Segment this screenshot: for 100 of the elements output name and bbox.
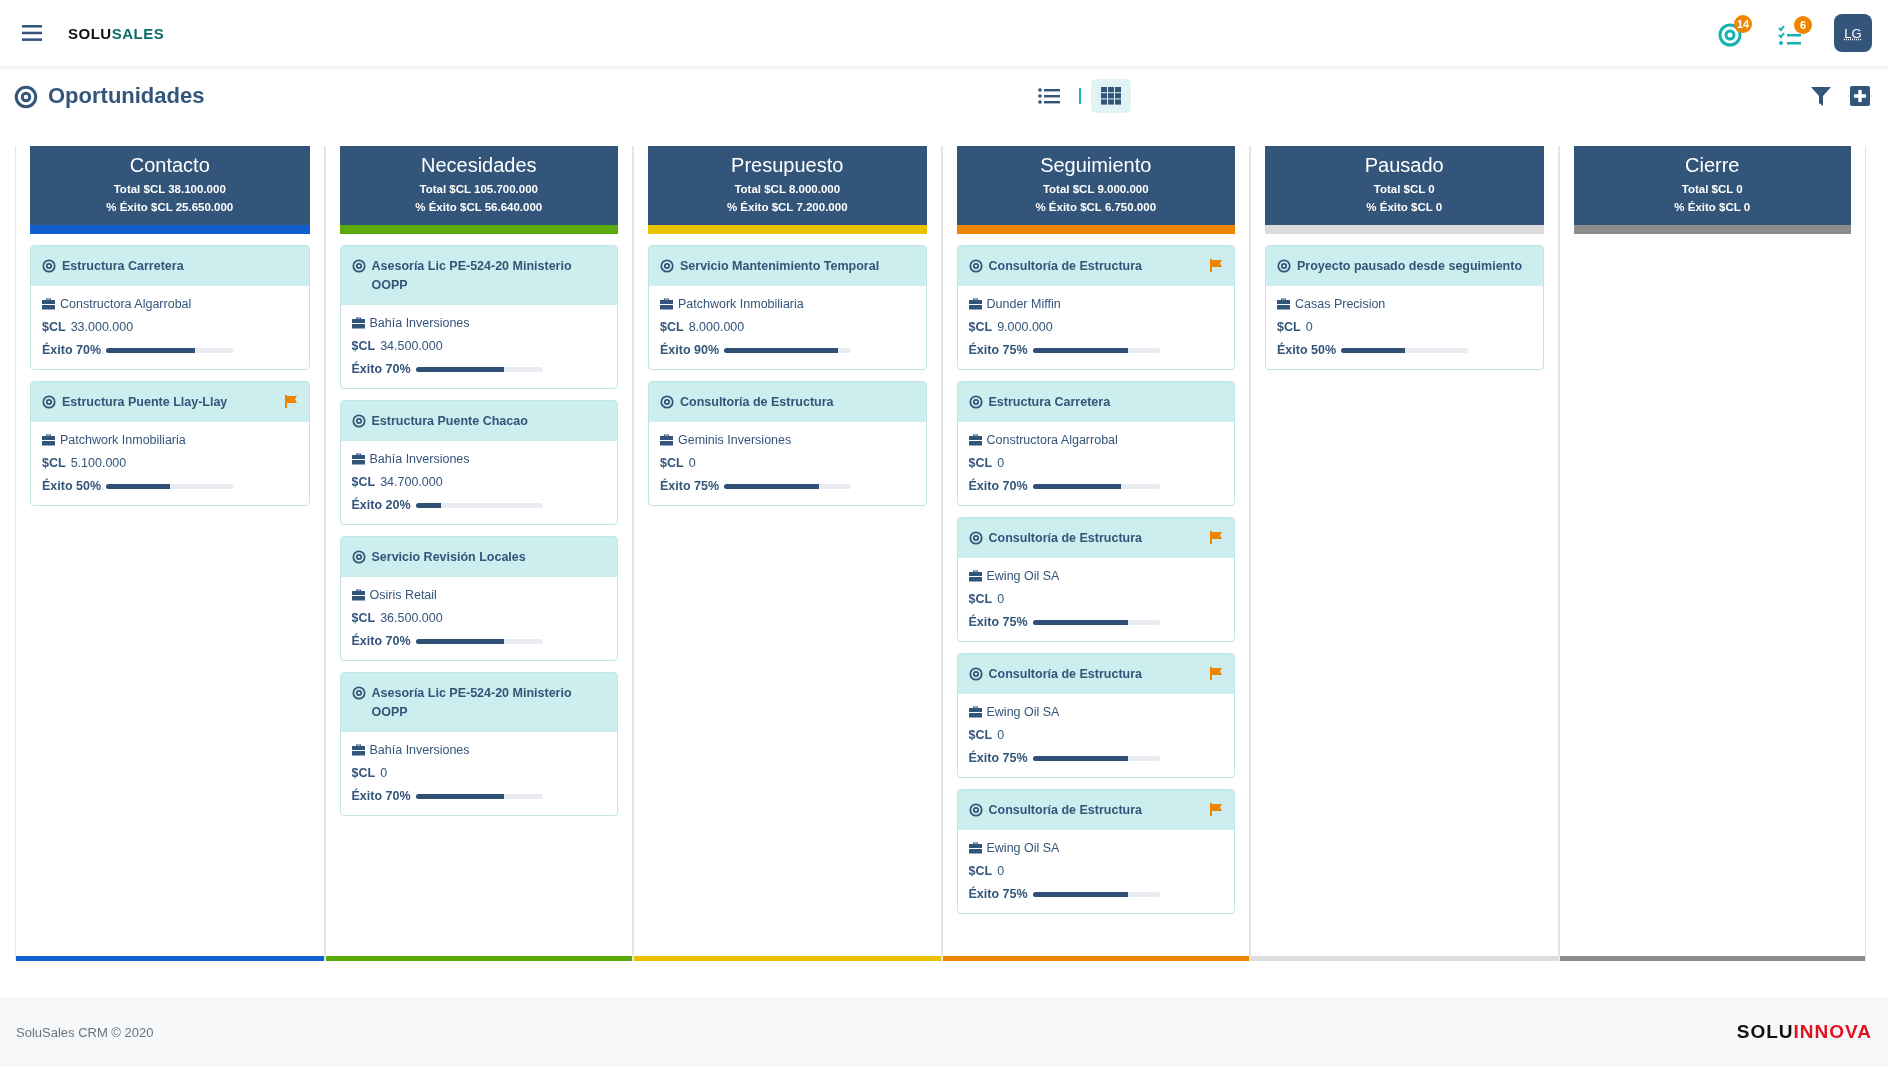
success-label: Éxito 50% xyxy=(42,479,102,493)
currency-label: $CL xyxy=(968,592,993,606)
opportunity-card[interactable]: Asesoría Lic PE-524-20 Ministerio OOPP Bahía Inversiones $CL 0 Éxito 70% xyxy=(339,672,618,816)
amount: 0 xyxy=(1305,320,1313,334)
user-avatar[interactable]: LG xyxy=(1834,14,1872,52)
currency-label: $CL xyxy=(351,339,376,353)
opportunity-card[interactable]: Proyecto pausado desde seguimiento Casas Precision $CL 0 Éxito 50% xyxy=(1265,245,1544,370)
briefcase-icon xyxy=(968,434,982,446)
target-icon xyxy=(351,686,366,700)
currency-label: $CL xyxy=(968,456,993,470)
opportunity-title: Asesoría Lic PE-524-20 Ministerio OOPP xyxy=(371,685,573,721)
opportunity-card[interactable]: Estructura Puente Llay-Llay Patchwork Inmobiliaria $CL 5.100.000 Éxito 50% xyxy=(30,381,310,506)
success-label: Éxito 70% xyxy=(351,789,411,803)
company-logo: SOLUINNOVA xyxy=(1736,1021,1872,1043)
briefcase-icon xyxy=(351,744,365,756)
column-total: Total $CL 0 xyxy=(1373,182,1435,197)
opportunity-card[interactable]: Servicio Mantenimiento Temporal Patchwork Inmobiliaria $CL 8.000.000 Éxito 90% xyxy=(648,245,927,370)
briefcase-icon xyxy=(42,434,55,446)
briefcase-icon xyxy=(1277,298,1290,310)
company-name: Ewing Oil SA xyxy=(986,705,1060,719)
column-total: Total $CL 38.100.000 xyxy=(113,182,226,197)
opportunity-title: Consultoría de Estructura xyxy=(680,394,835,411)
opportunity-card[interactable]: Consultoría de Estructura Geminis Inversiones $CL 0 Éxito 75% xyxy=(648,381,927,506)
opportunity-card[interactable]: Estructura Carretera Constructora Algarrobal $CL 0 Éxito 70% xyxy=(956,381,1235,506)
success-label: Éxito 75% xyxy=(968,751,1028,765)
amount: 36.500.000 xyxy=(380,611,443,625)
grid-icon xyxy=(1101,87,1122,105)
success-label: Éxito 50% xyxy=(1277,343,1337,357)
opportunity-card[interactable]: Consultoría de Estructura Dunder Miffin $CL 9.000.000 Éxito 75% xyxy=(956,245,1235,370)
opportunity-card[interactable]: Estructura Puente Chacao Bahía Inversiones $CL 34.700.000 Éxito 20% xyxy=(339,400,618,525)
opportunity-title: Consultoría de Estructura xyxy=(988,666,1143,683)
company-name: Dunder Miffin xyxy=(986,297,1061,311)
briefcase-icon xyxy=(968,570,982,582)
target-icon xyxy=(1277,259,1291,273)
opportunity-card[interactable]: Consultoría de Estructura Ewing Oil SA $CL 0 Éxito 75% xyxy=(956,789,1235,914)
target-icon xyxy=(351,414,366,428)
column-title: Seguimiento xyxy=(1040,154,1152,177)
opportunity-title: Consultoría de Estructura xyxy=(988,530,1143,547)
column-success-total: % Éxito $CL 56.640.000 xyxy=(415,200,543,215)
opportunity-card[interactable]: Asesoría Lic PE-524-20 Ministerio OOPP Bahía Inversiones $CL 34.500.000 Éxito 70% xyxy=(339,245,618,389)
target-icon xyxy=(351,550,366,564)
success-label: Éxito 70% xyxy=(968,479,1028,493)
company-name: Bahía Inversiones xyxy=(369,743,470,757)
briefcase-icon xyxy=(351,453,365,465)
success-label: Éxito 75% xyxy=(968,887,1028,901)
amount: 0 xyxy=(997,592,1005,606)
opportunity-card[interactable]: Consultoría de Estructura Ewing Oil SA $CL 0 Éxito 75% xyxy=(956,653,1235,778)
target-icon xyxy=(42,395,56,409)
target-icon xyxy=(968,531,983,545)
currency-label: $CL xyxy=(351,475,376,489)
column-title: Pausado xyxy=(1364,154,1444,177)
company-name: Casas Precision xyxy=(1295,297,1386,311)
target-icon xyxy=(968,395,983,409)
currency-label: $CL xyxy=(660,456,684,470)
company-name: Patchwork Inmobiliaria xyxy=(678,297,804,311)
currency-label: $CL xyxy=(42,320,66,334)
opportunity-card[interactable]: Consultoría de Estructura Ewing Oil SA $CL 0 Éxito 75% xyxy=(956,517,1235,642)
notification-count: 6 xyxy=(1794,16,1812,34)
company-name: Bahía Inversiones xyxy=(369,452,470,466)
column-title: Presupuesto xyxy=(731,154,844,177)
checklist-icon xyxy=(1778,24,1802,46)
column-total: Total $CL 8.000.000 xyxy=(734,182,841,197)
column-success-total: % Éxito $CL 0 xyxy=(1674,200,1751,215)
notification-count: 14 xyxy=(1734,15,1752,33)
target-icon xyxy=(14,85,38,109)
opportunity-title: Consultoría de Estructura xyxy=(988,802,1143,819)
company-name: Constructora Algarrobal xyxy=(986,433,1118,447)
company-name: Constructora Algarrobal xyxy=(60,297,192,311)
currency-label: $CL xyxy=(968,728,993,742)
success-label: Éxito 75% xyxy=(968,615,1028,629)
amount: 5.100.000 xyxy=(70,456,127,470)
currency-label: $CL xyxy=(968,320,993,334)
briefcase-icon xyxy=(968,842,982,854)
success-label: Éxito 70% xyxy=(351,362,411,376)
opportunity-title: Proyecto pausado desde seguimiento xyxy=(1297,258,1524,275)
opportunity-title: Estructura Puente Llay-Llay xyxy=(62,394,229,411)
briefcase-icon xyxy=(42,298,55,310)
company-name: Osiris Retail xyxy=(369,588,437,602)
opportunity-title: Consultoría de Estructura xyxy=(988,258,1143,275)
app-logo: SOLUSALES xyxy=(68,24,165,42)
opportunity-card[interactable]: Servicio Revisión Locales Osiris Retail $CL 36.500.000 Éxito 70% xyxy=(339,536,618,661)
grid-view-button[interactable] xyxy=(1091,79,1132,113)
currency-label: $CL xyxy=(1277,320,1301,334)
target-icon xyxy=(351,259,366,273)
page-title: Oportunidades xyxy=(48,83,205,109)
column-success-total: % Éxito $CL 6.750.000 xyxy=(1035,200,1157,215)
column-total: Total $CL 9.000.000 xyxy=(1042,182,1149,197)
currency-label: $CL xyxy=(42,456,66,470)
amount: 0 xyxy=(688,456,696,470)
column-success-total: % Éxito $CL 0 xyxy=(1366,200,1443,215)
target-icon xyxy=(968,667,983,681)
column-total: Total $CL 0 xyxy=(1681,182,1743,197)
column-total: Total $CL 105.700.000 xyxy=(419,182,538,197)
success-label: Éxito 70% xyxy=(42,343,102,357)
briefcase-icon xyxy=(968,298,982,310)
company-name: Ewing Oil SA xyxy=(986,569,1060,583)
company-name: Patchwork Inmobiliaria xyxy=(60,433,186,447)
column-title: Cierre xyxy=(1685,154,1740,177)
opportunity-card[interactable]: Estructura Carretera Constructora Algarrobal $CL 33.000.000 Éxito 70% xyxy=(30,245,310,370)
amount: 0 xyxy=(997,864,1005,878)
